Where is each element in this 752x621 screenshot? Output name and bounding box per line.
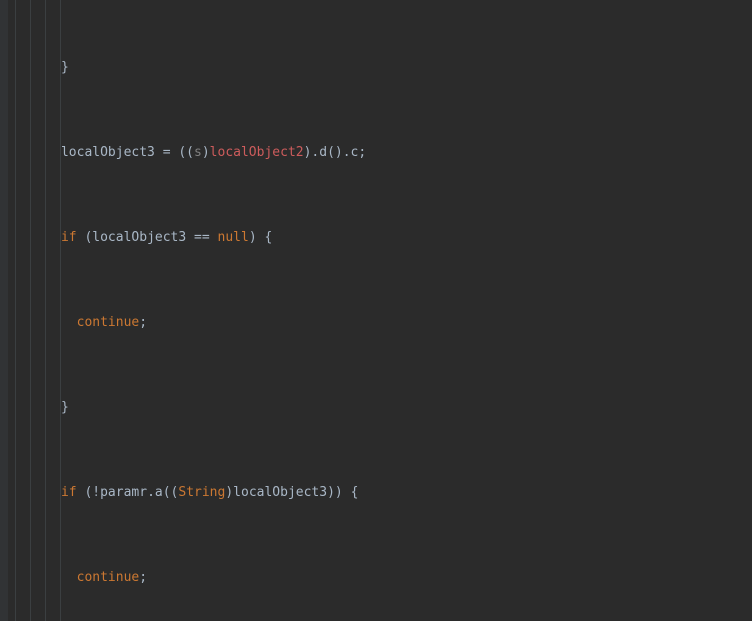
code-line[interactable]: if (!paramr.a((String)localObject3)) {	[0, 484, 752, 501]
code-line[interactable]: continue;	[0, 314, 752, 331]
code-content[interactable]: } localObject3 = ((s)localObject2).d().c…	[0, 0, 752, 621]
code-line[interactable]: if (localObject3 == null) {	[0, 229, 752, 246]
code-line[interactable]: }	[0, 59, 752, 76]
code-line[interactable]: continue;	[0, 569, 752, 586]
code-line[interactable]: }	[0, 399, 752, 416]
code-editor[interactable]: } localObject3 = ((s)localObject2).d().c…	[0, 0, 752, 621]
code-line[interactable]: localObject3 = ((s)localObject2).d().c;	[0, 144, 752, 161]
